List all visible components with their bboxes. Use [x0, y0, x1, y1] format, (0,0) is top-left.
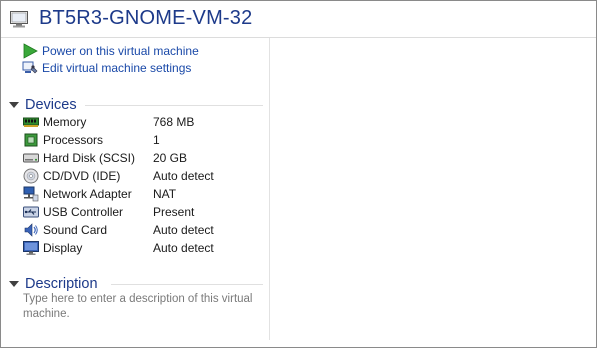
device-name: Memory — [43, 115, 87, 129]
collapse-triangle-icon — [9, 102, 19, 108]
device-row-memory[interactable]: Memory 768 MB — [23, 114, 263, 130]
device-name: Display — [43, 241, 83, 255]
device-value: Auto detect — [153, 241, 214, 255]
edit-settings-button[interactable]: Edit virtual machine settings — [22, 60, 191, 76]
vm-title: BT5R3-GNOME-VM-32 — [39, 7, 253, 29]
power-on-button[interactable]: Power on this virtual machine — [22, 43, 199, 59]
edit-settings-label: Edit virtual machine settings — [42, 61, 192, 75]
devices-divider — [85, 105, 263, 106]
device-row-sound-card[interactable]: Sound Card Auto detect — [23, 222, 263, 238]
play-icon — [23, 43, 38, 59]
devices-heading: Devices — [25, 97, 77, 113]
device-row-network-adapter[interactable]: Network Adapter NAT — [23, 186, 263, 202]
device-name: USB Controller — [43, 205, 124, 219]
cd-dvd-icon — [23, 168, 39, 184]
device-value: NAT — [153, 187, 177, 201]
device-name: Sound Card — [43, 223, 108, 237]
memory-icon — [23, 117, 39, 127]
description-field[interactable]: Type here to enter a description of this… — [23, 292, 253, 321]
device-row-processors[interactable]: Processors 1 — [23, 132, 263, 148]
description-heading: Description — [25, 276, 98, 292]
device-row-cd-dvd[interactable]: CD/DVD (IDE) Auto detect — [23, 168, 263, 184]
usb-controller-icon — [23, 206, 39, 218]
vm-header: BT5R3-GNOME-VM-32 — [1, 1, 596, 38]
description-divider — [111, 284, 263, 285]
device-value: Present — [153, 205, 195, 219]
hard-disk-icon — [23, 153, 39, 163]
pane-divider — [269, 38, 270, 340]
power-on-label: Power on this virtual machine — [42, 44, 199, 58]
device-name: Processors — [43, 133, 104, 147]
description-section-toggle[interactable]: Description — [9, 275, 98, 293]
device-row-usb-controller[interactable]: USB Controller Present — [23, 204, 263, 220]
device-name: Network Adapter — [43, 187, 132, 201]
device-row-display[interactable]: Display Auto detect — [23, 240, 263, 256]
virtual-machine-icon — [10, 11, 28, 28]
device-value: Auto detect — [153, 223, 214, 237]
processor-icon — [24, 133, 38, 147]
collapse-triangle-icon — [9, 281, 19, 287]
display-icon — [23, 241, 39, 255]
devices-section-toggle[interactable]: Devices — [9, 96, 77, 114]
network-adapter-icon — [23, 186, 39, 202]
sound-card-icon — [24, 223, 38, 237]
device-value: Auto detect — [153, 169, 214, 183]
device-value: 768 MB — [153, 115, 195, 129]
device-value: 1 — [153, 133, 160, 147]
device-row-hard-disk[interactable]: Hard Disk (SCSI) 20 GB — [23, 150, 263, 166]
device-name: Hard Disk (SCSI) — [43, 151, 136, 165]
device-value: 20 GB — [153, 151, 188, 165]
settings-icon — [22, 61, 38, 74]
device-name: CD/DVD (IDE) — [43, 169, 121, 183]
